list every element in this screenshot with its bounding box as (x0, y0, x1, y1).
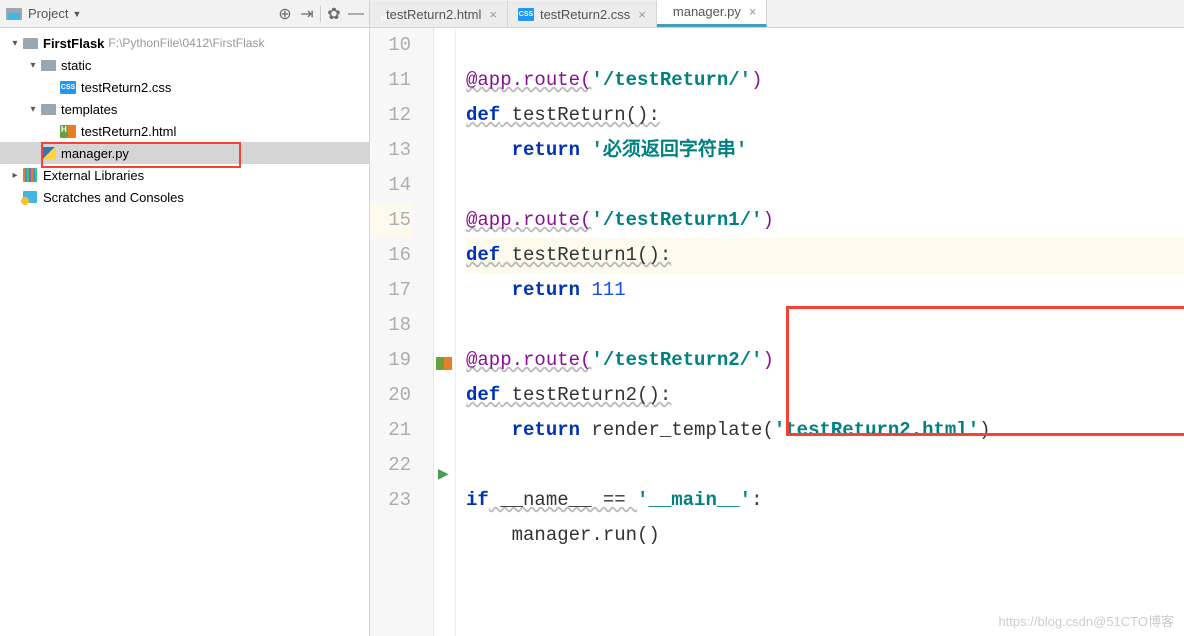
line-number: 18 (370, 308, 411, 343)
line-number: 10 (370, 28, 411, 63)
close-icon[interactable]: × (489, 7, 497, 22)
tree-file-css[interactable]: ▾ CSS testReturn2.css (0, 76, 369, 98)
library-icon (23, 168, 37, 182)
divider (320, 6, 321, 22)
code-content[interactable]: @app.route('/testReturn/')def testReturn… (456, 28, 1184, 636)
editor-area: testReturn2.html × CSS testReturn2.css ×… (370, 0, 1184, 636)
tree-root[interactable]: ▾ FirstFlask F:\PythonFile\0412\FirstFla… (0, 32, 369, 54)
line-number: 13 (370, 133, 411, 168)
chevron-down-icon[interactable]: ▾ (8, 38, 22, 49)
target-icon[interactable]: ⊕ (274, 3, 296, 25)
line-number: 12 (370, 98, 411, 133)
html-marker-icon (436, 357, 452, 370)
line-number: 14 (370, 168, 411, 203)
tree-external-libraries[interactable]: ▸ External Libraries (0, 164, 369, 186)
project-tree: ▾ FirstFlask F:\PythonFile\0412\FirstFla… (0, 28, 369, 208)
tree-file-html[interactable]: ▾ testReturn2.html (0, 120, 369, 142)
run-arrow-icon[interactable]: ▶ (438, 458, 449, 493)
tab-label: testReturn2.css (540, 7, 630, 22)
line-number: 20 (370, 378, 411, 413)
line-number: 11 (370, 63, 411, 98)
css-icon: CSS (60, 81, 76, 94)
project-sidebar: Project ▼ ⊕ ⇥ ✿ — ▾ FirstFlask F:\Python… (0, 0, 370, 636)
editor-tabs: testReturn2.html × CSS testReturn2.css ×… (370, 0, 1184, 28)
folder-icon (41, 60, 56, 71)
line-number: 17 (370, 273, 411, 308)
tree-label: Scratches and Consoles (43, 190, 184, 205)
folder-icon (23, 38, 38, 49)
tree-scratches[interactable]: ▸ Scratches and Consoles (0, 186, 369, 208)
tree-label: testReturn2.html (81, 124, 176, 139)
watermark: https://blog.csdn@51CTO博客 (998, 611, 1174, 630)
tree-folder-templates[interactable]: ▾ templates (0, 98, 369, 120)
tab-testreturn2-html[interactable]: testReturn2.html × (370, 1, 508, 27)
line-number: 19 (370, 343, 411, 378)
tab-manager-py[interactable]: manager.py × (657, 0, 768, 27)
collapse-icon[interactable]: ⇥ (296, 3, 318, 25)
gear-icon[interactable]: ✿ (323, 3, 345, 25)
tree-path: F:\PythonFile\0412\FirstFlask (108, 36, 264, 50)
line-number: 15 (370, 203, 411, 238)
tree-label: testReturn2.css (81, 80, 171, 95)
css-icon: CSS (518, 8, 534, 21)
chevron-down-icon[interactable]: ▼ (72, 9, 81, 19)
close-icon[interactable]: × (749, 4, 757, 19)
tree-label: templates (61, 102, 117, 117)
line-number: 22 (370, 448, 411, 483)
marker-gutter: ▶ (434, 28, 456, 636)
hide-icon[interactable]: — (345, 3, 367, 25)
chevron-down-icon[interactable]: ▾ (26, 60, 40, 71)
chevron-down-icon[interactable]: ▾ (26, 104, 40, 115)
project-label[interactable]: Project (28, 6, 68, 21)
tab-testreturn2-css[interactable]: CSS testReturn2.css × (508, 1, 657, 27)
line-number-gutter: 10 11 12 13 14 15 16 17 18 19 20 21 22 2… (370, 28, 434, 636)
python-icon (41, 147, 56, 160)
project-icon (6, 8, 22, 20)
folder-icon (41, 104, 56, 115)
sidebar-header: Project ▼ ⊕ ⇥ ✿ — (0, 0, 369, 28)
scratch-icon (23, 191, 37, 203)
tree-folder-static[interactable]: ▾ static (0, 54, 369, 76)
line-number: 21 (370, 413, 411, 448)
tab-label: manager.py (673, 4, 741, 19)
tab-label: testReturn2.html (386, 7, 481, 22)
code-editor[interactable]: 10 11 12 13 14 15 16 17 18 19 20 21 22 2… (370, 28, 1184, 636)
close-icon[interactable]: × (638, 7, 646, 22)
line-number: 16 (370, 238, 411, 273)
chevron-right-icon[interactable]: ▸ (8, 170, 22, 181)
tree-label: External Libraries (43, 168, 144, 183)
tree-label: manager.py (61, 146, 129, 161)
html-icon (60, 125, 76, 138)
tree-file-manager[interactable]: ▾ manager.py (0, 142, 369, 164)
line-number: 23 (370, 483, 411, 518)
tree-label: static (61, 58, 91, 73)
tree-label: FirstFlask (43, 36, 104, 51)
